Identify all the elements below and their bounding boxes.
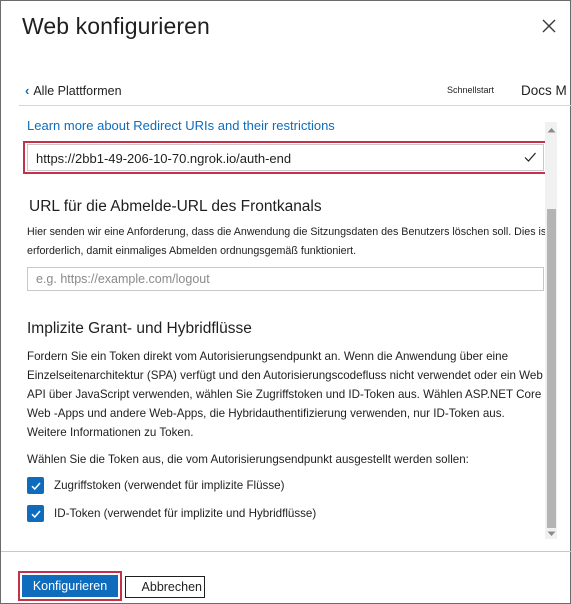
implicit-grant-description: Fordern Sie ein Token direkt vom Autoris… xyxy=(27,350,543,439)
scrollbar-thumb[interactable] xyxy=(547,209,556,528)
back-link-label: Alle Plattformen xyxy=(33,83,122,98)
configure-button[interactable]: Konfigurieren xyxy=(22,575,118,597)
quickstart-link[interactable]: Schnellstart xyxy=(447,85,494,95)
docs-link[interactable]: Docs M xyxy=(521,83,571,98)
token-selection-prompt: Wählen Sie die Token aus, die vom Autori… xyxy=(27,453,469,466)
scroll-up-arrow-icon[interactable] xyxy=(547,127,556,133)
logout-url-heading: URL für die Abmelde-URL des Frontkanals xyxy=(29,198,322,215)
scroll-down-arrow-icon[interactable] xyxy=(547,531,556,537)
id-token-checkbox[interactable]: ID-Token (verwendet für implizite und Hy… xyxy=(27,505,316,522)
logout-url-input[interactable]: e.g. https://example.com/logout xyxy=(27,267,544,291)
close-icon[interactable] xyxy=(539,16,559,36)
access-token-checkbox[interactable]: Zugriffstoken (verwendet für implizite F… xyxy=(27,477,284,494)
content-scroll-area: Learn more about Redirect URIs and their… xyxy=(1,106,571,551)
implicit-grant-heading: Implizite Grant- und Hybridflüsse xyxy=(27,320,252,337)
chevron-left-icon: ‹ xyxy=(25,83,30,98)
valid-check-icon xyxy=(524,152,536,162)
panel-title: Web konfigurieren xyxy=(22,13,210,39)
redirect-uri-learn-more-link[interactable]: Learn more about Redirect URIs and their… xyxy=(27,118,335,133)
redirect-uri-value: https://2bb1-49-206-10-70.ngrok.io/auth-… xyxy=(36,151,292,166)
footer-divider xyxy=(1,551,571,552)
redirect-uri-input[interactable]: https://2bb1-49-206-10-70.ngrok.io/auth-… xyxy=(27,144,544,171)
checkbox-checked-icon xyxy=(27,505,44,522)
checkbox-checked-icon xyxy=(27,477,44,494)
back-to-platforms-link[interactable]: ‹ Alle Plattformen xyxy=(25,83,122,98)
cancel-button[interactable]: Abbrechen xyxy=(125,576,205,598)
configure-web-panel: Web konfigurieren ‹ Alle Plattformen Sch… xyxy=(0,0,571,604)
id-token-label: ID-Token (verwendet für implizite und Hy… xyxy=(54,507,317,520)
access-token-label: Zugriffstoken (verwendet für implizite F… xyxy=(54,479,285,492)
logout-url-description: Hier senden wir eine Anforderung, dass d… xyxy=(27,226,550,257)
